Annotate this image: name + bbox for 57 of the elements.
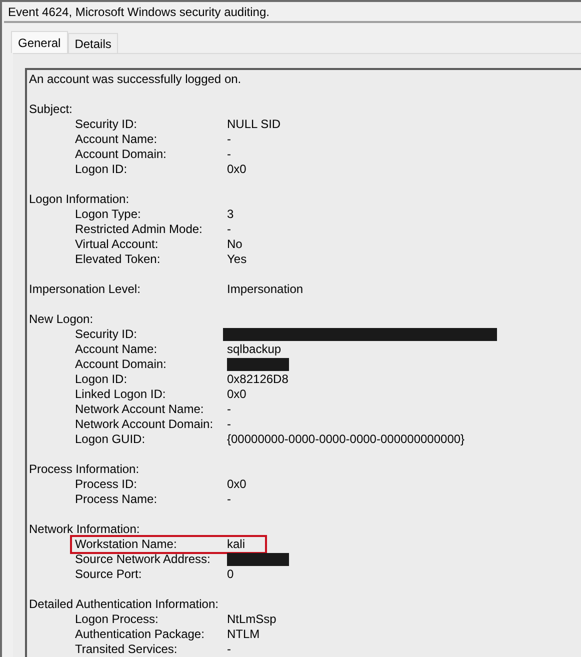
field-label: Source Port: bbox=[75, 567, 143, 582]
field-label: Virtual Account: bbox=[75, 237, 160, 252]
field-label: Network Account Name: bbox=[75, 402, 205, 417]
field-label: Account Domain: bbox=[75, 147, 168, 162]
field-value: 0x0 bbox=[227, 162, 246, 177]
field-value: NtLmSsp bbox=[227, 612, 276, 627]
field-label: Logon GUID: bbox=[75, 432, 146, 447]
field-value: No bbox=[227, 237, 242, 252]
section-heading: Network Information: bbox=[29, 522, 140, 537]
field-value: - bbox=[227, 132, 231, 147]
event-summary: An account was successfully logged on. bbox=[29, 72, 242, 87]
field-label: Logon Type: bbox=[75, 207, 142, 222]
field-value: - bbox=[227, 492, 231, 507]
field-value: sqlbackup bbox=[227, 342, 282, 357]
field-label: Account Name: bbox=[75, 132, 158, 147]
field-label: Process ID: bbox=[75, 477, 138, 492]
section-heading: Impersonation Level: bbox=[29, 282, 142, 297]
field-label: Security ID: bbox=[75, 327, 138, 342]
field-label: Process Name: bbox=[75, 492, 158, 507]
field-value: 3 bbox=[227, 207, 234, 222]
field-label: Source Network Address: bbox=[75, 552, 212, 567]
section-heading: Detailed Authentication Information: bbox=[29, 597, 218, 612]
field-value: Yes bbox=[227, 252, 247, 267]
field-label: Elevated Token: bbox=[75, 252, 162, 267]
field-value: - bbox=[227, 417, 231, 432]
field-value: NULL SID bbox=[227, 117, 281, 132]
field-value: 0 bbox=[227, 567, 234, 582]
tab[interactable]: General bbox=[11, 31, 68, 53]
section-heading: Logon Information: bbox=[29, 192, 130, 207]
section-heading: Subject: bbox=[29, 102, 72, 117]
field-value: 0x0 bbox=[227, 477, 246, 492]
field-label: Account Name: bbox=[75, 342, 158, 357]
field-label: Linked Logon ID: bbox=[75, 387, 167, 402]
field-label: Security ID: bbox=[75, 117, 138, 132]
field-value: - bbox=[227, 642, 231, 657]
field-value: - bbox=[227, 147, 231, 162]
field-value: NTLM bbox=[227, 627, 260, 642]
field-value: Impersonation bbox=[227, 282, 304, 297]
field-label: Authentication Package: bbox=[75, 627, 206, 642]
field-value: {00000000-0000-0000-0000-000000000000} bbox=[227, 432, 465, 447]
field-value: 0x0 bbox=[227, 387, 246, 402]
field-value: - bbox=[227, 402, 231, 417]
field-value: kali bbox=[227, 537, 246, 552]
field-label: Transited Services: bbox=[75, 642, 178, 657]
field-value: 0x82126D8 bbox=[227, 372, 288, 387]
field-label: Logon Process: bbox=[75, 612, 160, 627]
field-label: Restricted Admin Mode: bbox=[75, 222, 204, 237]
window-title: Event 4624, Microsoft Windows security auditing. bbox=[8, 4, 270, 18]
field-label: Workstation Name: bbox=[74, 537, 178, 552]
field-value: - bbox=[227, 222, 231, 237]
field-label: Network Account Domain: bbox=[75, 417, 214, 432]
section-heading: Process Information: bbox=[29, 462, 140, 477]
field-label: Logon ID: bbox=[75, 162, 128, 177]
tab[interactable]: Details bbox=[68, 33, 118, 53]
field-label: Logon ID: bbox=[75, 372, 128, 387]
section-heading: New Logon: bbox=[29, 312, 94, 327]
field-label: Account Domain: bbox=[75, 357, 168, 372]
